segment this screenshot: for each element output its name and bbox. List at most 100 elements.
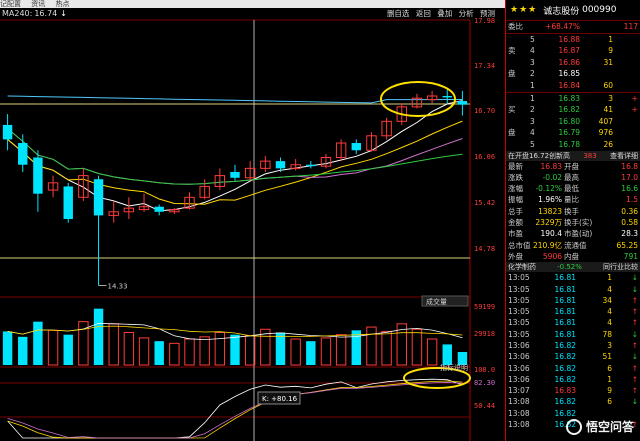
side-label xyxy=(506,80,530,92)
quote-row: 振幅 1.96% 量比 1.5 xyxy=(506,194,640,205)
bid-price: 16.83 xyxy=(558,93,580,103)
side-label xyxy=(506,93,530,105)
quote-key: 市盈 xyxy=(508,229,523,239)
tick-volume: 4 xyxy=(607,318,612,328)
candle-body xyxy=(457,101,468,105)
side-label xyxy=(506,57,530,69)
side-label xyxy=(506,139,530,151)
remove-watchlist-button[interactable]: 删自选 xyxy=(387,9,410,18)
status-right[interactable]: 查看详细 xyxy=(610,151,638,161)
bid-price: 16.82 xyxy=(558,105,580,115)
bid-price: 16.78 xyxy=(558,139,580,149)
sell-order-row[interactable]: 1 16.84 60 xyxy=(506,80,640,92)
analysis-button[interactable]: 分析 xyxy=(459,9,474,18)
quote-row: 涨跌 -0.02 最高 17.0 xyxy=(506,172,640,183)
tick-row[interactable]: 13:05 16.81 4 ↑ xyxy=(506,306,640,317)
tick-row[interactable]: 13:06 16.82 3 ↑ xyxy=(506,340,640,351)
volume-bar[interactable] xyxy=(93,308,104,365)
volume-bar[interactable] xyxy=(2,331,13,365)
watermark: 悟空问答 xyxy=(565,418,634,435)
tick-row[interactable]: 13:05 16.81 4 ↓ xyxy=(506,284,640,295)
sell-order-row[interactable]: 盘 2 16.85 xyxy=(506,68,640,80)
ask-price: 16.85 xyxy=(558,69,580,79)
tick-time: 13:06 xyxy=(508,363,530,373)
candle-body xyxy=(275,161,286,169)
menu-item[interactable]: 记配置 xyxy=(0,0,21,8)
volume-tick-label: 59199 xyxy=(474,303,495,311)
menu-item[interactable]: 资讯 xyxy=(31,0,45,8)
sector-compare[interactable]: 同行业比较 xyxy=(603,262,638,272)
quote-key: 换手 xyxy=(564,206,579,216)
ma240-label: MA240: xyxy=(2,9,33,18)
buy-orders: 1 16.83 3 + 买 2 16.82 41 +3 16.80 407 盘 4 16.79 976 5 16… xyxy=(506,91,640,151)
candle-body xyxy=(306,164,316,167)
tick-row[interactable]: 13:05 16.81 34 ↑ xyxy=(506,295,640,306)
order-ratio-value: +68.47% xyxy=(545,22,580,31)
candle-body xyxy=(154,206,164,212)
indicator-tick-label: 108.0 xyxy=(474,366,495,374)
volume-bar[interactable] xyxy=(442,344,452,365)
volume-bar[interactable] xyxy=(18,336,28,365)
tick-row[interactable]: 13:05 16.81 78 ↓ xyxy=(506,329,640,340)
buy-order-row[interactable]: 1 16.83 3 + xyxy=(506,93,640,105)
overlay-button[interactable]: 叠加 xyxy=(437,9,452,18)
quote-key: 最新 xyxy=(508,161,523,171)
volume-bar[interactable] xyxy=(306,341,316,365)
tick-row[interactable]: 13:07 16.83 9 ↑ xyxy=(506,385,640,396)
buy-order-row[interactable]: 5 16.78 26 xyxy=(506,139,640,151)
buy-order-row[interactable]: 买 2 16.82 41 + xyxy=(506,104,640,116)
side-label: 盘 xyxy=(508,69,516,79)
tick-row[interactable]: 13:06 16.82 51 ↓ xyxy=(506,351,640,362)
quote-value: 13823 xyxy=(538,206,562,216)
tick-list[interactable]: 13:05 16.81 1 ↓ 13:05 16.81 4 ↓ 13:05 16.81 34 ↑ 13:… xyxy=(506,272,640,430)
quote-key: 最低 xyxy=(564,184,579,194)
ma-info-bar: MA240: 16.74 ↓ 删自选 返回 叠加 分析 预测 xyxy=(0,8,505,19)
forecast-button[interactable]: 预测 xyxy=(480,9,495,18)
tick-row[interactable]: 13:06 16.82 1 ↑ xyxy=(506,374,640,385)
sector-name[interactable]: 化学制药 xyxy=(508,262,536,272)
tick-time: 13:05 xyxy=(508,307,530,317)
quote-row: 最新 16.83 开盘 16.8 xyxy=(506,161,640,172)
bid-volume: 407 xyxy=(598,116,613,126)
sell-order-row[interactable]: 卖 4 16.87 9 xyxy=(506,45,640,57)
tick-row[interactable]: 13:06 16.82 6 ↑ xyxy=(506,363,640,374)
order-ratio-row: 委比 +68.47% 117 xyxy=(506,20,640,33)
tick-direction-icon: ↑ xyxy=(631,295,638,305)
tick-volume: 6 xyxy=(607,397,612,407)
volume-bar[interactable] xyxy=(154,341,164,365)
stock-name[interactable]: 诚志股份 xyxy=(543,4,579,17)
sell-order-row[interactable]: 5 16.88 1 xyxy=(506,34,640,46)
quote-row: 总手 13823 换手 0.36 xyxy=(506,206,640,217)
volume-bar[interactable] xyxy=(63,334,73,365)
ask-volume: 1 xyxy=(608,34,613,44)
volume-bar[interactable] xyxy=(351,330,361,365)
tick-price: 16.81 xyxy=(554,284,576,294)
quote-value: -0.12% xyxy=(535,184,562,194)
ask-extra xyxy=(613,45,640,57)
buy-order-row[interactable]: 3 16.80 407 xyxy=(506,116,640,128)
quote-row: 总市值 210.9亿 流通值 65.25 xyxy=(506,240,640,251)
indicator-tooltip: K: +80.16 xyxy=(262,395,298,403)
candle-body xyxy=(442,95,452,98)
tick-volume: 78 xyxy=(602,329,612,339)
bid-extra xyxy=(613,139,640,151)
volume-panel-label: 成交量 xyxy=(426,297,447,306)
volume-bar[interactable] xyxy=(230,334,240,365)
volume-bar[interactable] xyxy=(33,321,43,365)
buy-order-row[interactable]: 盘 4 16.79 976 xyxy=(506,127,640,139)
quote-value: 16.83 xyxy=(540,161,562,171)
tick-row[interactable]: 13:08 16.82 6 ↓ xyxy=(506,396,640,407)
tick-direction-icon: ↑ xyxy=(631,340,638,350)
tick-row[interactable]: 13:05 16.81 1 ↓ xyxy=(506,272,640,283)
menu-item[interactable]: 热点 xyxy=(55,0,69,8)
quote-key: 外盘 xyxy=(508,251,523,261)
tick-row[interactable]: 13:05 16.81 4 ↑ xyxy=(506,317,640,328)
back-button[interactable]: 返回 xyxy=(416,9,431,18)
quote-key: 最高 xyxy=(564,172,579,182)
quote-value: 1.5 xyxy=(626,195,638,205)
tick-time: 13:06 xyxy=(508,374,530,384)
volume-bar[interactable] xyxy=(275,332,286,366)
sell-order-row[interactable]: 3 16.86 31 xyxy=(506,57,640,69)
quote-key: 流通值 xyxy=(564,240,587,250)
kline-chart[interactable]: 14.33成交量指标说明K: +80.16 17.9817.3416.7016.… xyxy=(0,0,505,441)
